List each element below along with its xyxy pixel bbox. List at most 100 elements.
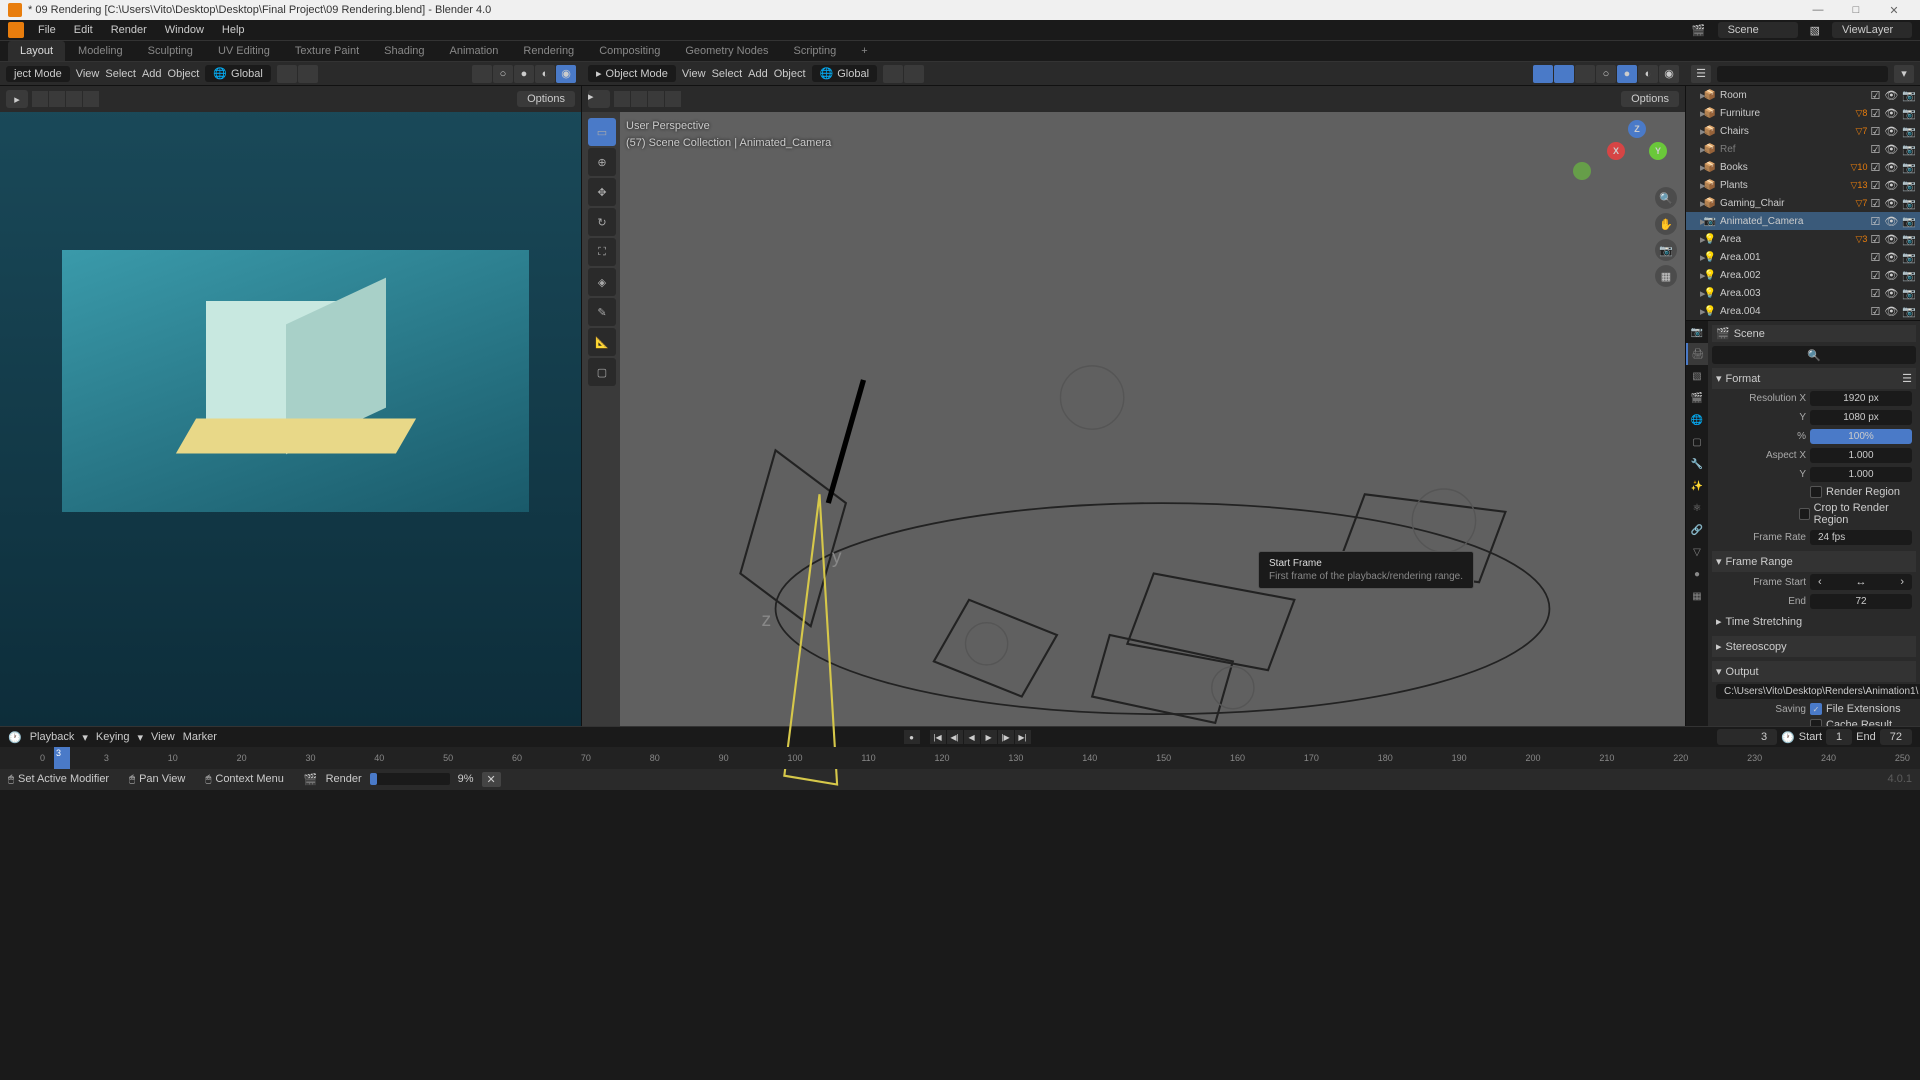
menu-object[interactable]: Object [168,68,200,80]
outliner-row[interactable]: ▸📦Furniture▽8☑ 👁 📷 [1686,104,1920,122]
tool-select[interactable]: ▭ [588,118,616,146]
start-frame-field[interactable]: 1 [1826,729,1852,745]
timeline-icon[interactable]: 🕐 [8,731,22,744]
nav-camera[interactable]: 📷 [1655,239,1677,261]
timestretch-header[interactable]: ▸ Time Stretching [1712,611,1916,632]
end-frame-field[interactable]: 72 [1880,729,1912,745]
menu-render[interactable]: Render [103,21,155,39]
outliner-row[interactable]: ▸💡Area.004☑ 👁 📷 [1686,302,1920,320]
proptab-texture[interactable]: ▦ [1686,585,1708,607]
outliner-row[interactable]: ▸💡Area▽3☑ 👁 📷 [1686,230,1920,248]
shade-mat-btn[interactable]: ◐ [1638,65,1658,83]
scene-field[interactable]: Scene [1718,22,1798,38]
tab-uvediting[interactable]: UV Editing [206,41,282,61]
minimize-button[interactable]: — [1800,1,1836,19]
shade-wire-btn[interactable]: ○ [1596,65,1616,83]
outliner-row[interactable]: ▸📦Plants▽13☑ 👁 📷 [1686,176,1920,194]
menu-view[interactable]: View [76,68,100,80]
tool-cursor[interactable]: ⊕ [588,148,616,176]
tool-move[interactable]: ✥ [588,178,616,206]
left-hdr-btn1[interactable] [32,91,48,107]
frame-rate-select[interactable]: 24 fps [1810,530,1912,545]
outliner-row[interactable]: ▸📦Chairs▽7☑ 👁 📷 [1686,122,1920,140]
editor-menu-select[interactable]: Select [712,68,743,80]
res-x-field[interactable]: 1920 px [1810,391,1912,406]
outliner-row[interactable]: ▸📦Room☑ 👁 📷 [1686,86,1920,104]
asp-x-field[interactable]: 1.000 [1810,448,1912,463]
axis-z[interactable]: Z [1628,120,1646,138]
tab-scripting[interactable]: Scripting [781,41,848,61]
shade-render-btn[interactable]: ◉ [1659,65,1679,83]
output-path-field[interactable]: C:\Users\Vito\Desktop\Renders\Animation1… [1716,684,1920,699]
proptab-output[interactable]: 🖨 [1686,343,1708,365]
proptab-render[interactable]: 📷 [1686,321,1708,343]
tool-addcube[interactable]: ▢ [588,358,616,386]
mode-select[interactable]: ject Mode [6,66,70,82]
editor-menu-add[interactable]: Add [748,68,768,80]
editor-mode-select[interactable]: ▸ Object Mode [588,65,676,82]
left-editor-type[interactable]: ▸ [6,90,28,108]
left-viewport[interactable]: ▸ Options [0,86,582,726]
editor-orient-select[interactable]: 🌐 Global [812,65,878,82]
timeline-keying[interactable]: Keying [96,731,130,743]
current-frame[interactable]: 3 [1717,729,1777,745]
outliner-filter-btn[interactable]: ▾ [1894,65,1914,83]
proptab-viewlayer[interactable]: ▧ [1686,365,1708,387]
viewlayer-field[interactable]: ViewLayer [1832,22,1912,38]
outliner[interactable]: ▸📦Room☑ 👁 📷▸📦Furniture▽8☑ 👁 📷▸📦Chairs▽7☑… [1686,86,1920,321]
shading-solid-btn[interactable]: ● [514,65,534,83]
nav-pan[interactable]: ✋ [1655,213,1677,235]
tab-sculpting[interactable]: Sculpting [136,41,205,61]
tab-add[interactable]: + [849,41,879,61]
tab-texturepaint[interactable]: Texture Paint [283,41,371,61]
orient-select[interactable]: 🌐 Global [205,65,271,82]
proptab-constraint[interactable]: 🔗 [1686,519,1708,541]
hdr-btn3[interactable] [648,91,664,107]
menu-edit[interactable]: Edit [66,21,101,39]
shade-solid-btn[interactable]: ● [1617,65,1637,83]
tool-annotate[interactable]: ✎ [588,298,616,326]
proptab-material[interactable]: ● [1686,563,1708,585]
tab-modeling[interactable]: Modeling [66,41,135,61]
menu-select[interactable]: Select [105,68,136,80]
outliner-row[interactable]: ▸📦Ref☑ 👁 📷 [1686,140,1920,158]
menu-add[interactable]: Add [142,68,162,80]
shading-rendered-btn[interactable]: ◉ [556,65,576,83]
left-hdr-btn2[interactable] [49,91,65,107]
tool-rotate[interactable]: ↻ [588,208,616,236]
left-hdr-btn4[interactable] [83,91,99,107]
nav-persp[interactable]: ▦ [1655,265,1677,287]
outliner-row[interactable]: ▸💡Area.001☑ 👁 📷 [1686,248,1920,266]
tab-compositing[interactable]: Compositing [587,41,672,61]
stereoscopy-header[interactable]: ▸ Stereoscopy [1712,636,1916,657]
tab-layout[interactable]: Layout [8,41,65,61]
prop-search[interactable]: 🔍 [1712,346,1916,364]
axis-y[interactable]: Y [1649,142,1667,160]
timeline-playback[interactable]: Playback [30,731,75,743]
outliner-row[interactable]: ▸💡Area.003☑ 👁 📷 [1686,284,1920,302]
framerange-header[interactable]: ▾ Frame Range [1712,551,1916,572]
proptab-world[interactable]: 🌐 [1686,409,1708,431]
cache-result-check[interactable] [1810,719,1822,726]
proptab-data[interactable]: ▽ [1686,541,1708,563]
tab-animation[interactable]: Animation [438,41,511,61]
editor-overlay-btn[interactable] [1554,65,1574,83]
editor-menu-object[interactable]: Object [774,68,806,80]
left-hdr-btn3[interactable] [66,91,82,107]
left-options[interactable]: Options [517,91,575,107]
res-pct-field[interactable]: 100% [1810,429,1912,444]
editor-prop-btn[interactable] [904,65,924,83]
asp-y-field[interactable]: 1.000 [1810,467,1912,482]
output-header[interactable]: ▾ Output [1712,661,1916,682]
tool-transform[interactable]: ◈ [588,268,616,296]
tool-scale[interactable]: ⛶ [588,238,616,266]
file-ext-check[interactable]: ✓ [1810,703,1822,715]
tab-rendering[interactable]: Rendering [511,41,586,61]
outliner-row[interactable]: ▸📷Animated_Camera☑ 👁 📷 [1686,212,1920,230]
proptab-scene[interactable]: 🎬 [1686,387,1708,409]
editor-menu-view[interactable]: View [682,68,706,80]
hdr-btn2[interactable] [631,91,647,107]
outliner-search[interactable] [1717,66,1888,82]
crop-region-check[interactable] [1799,508,1810,520]
timeline-marker[interactable]: Marker [183,731,217,743]
